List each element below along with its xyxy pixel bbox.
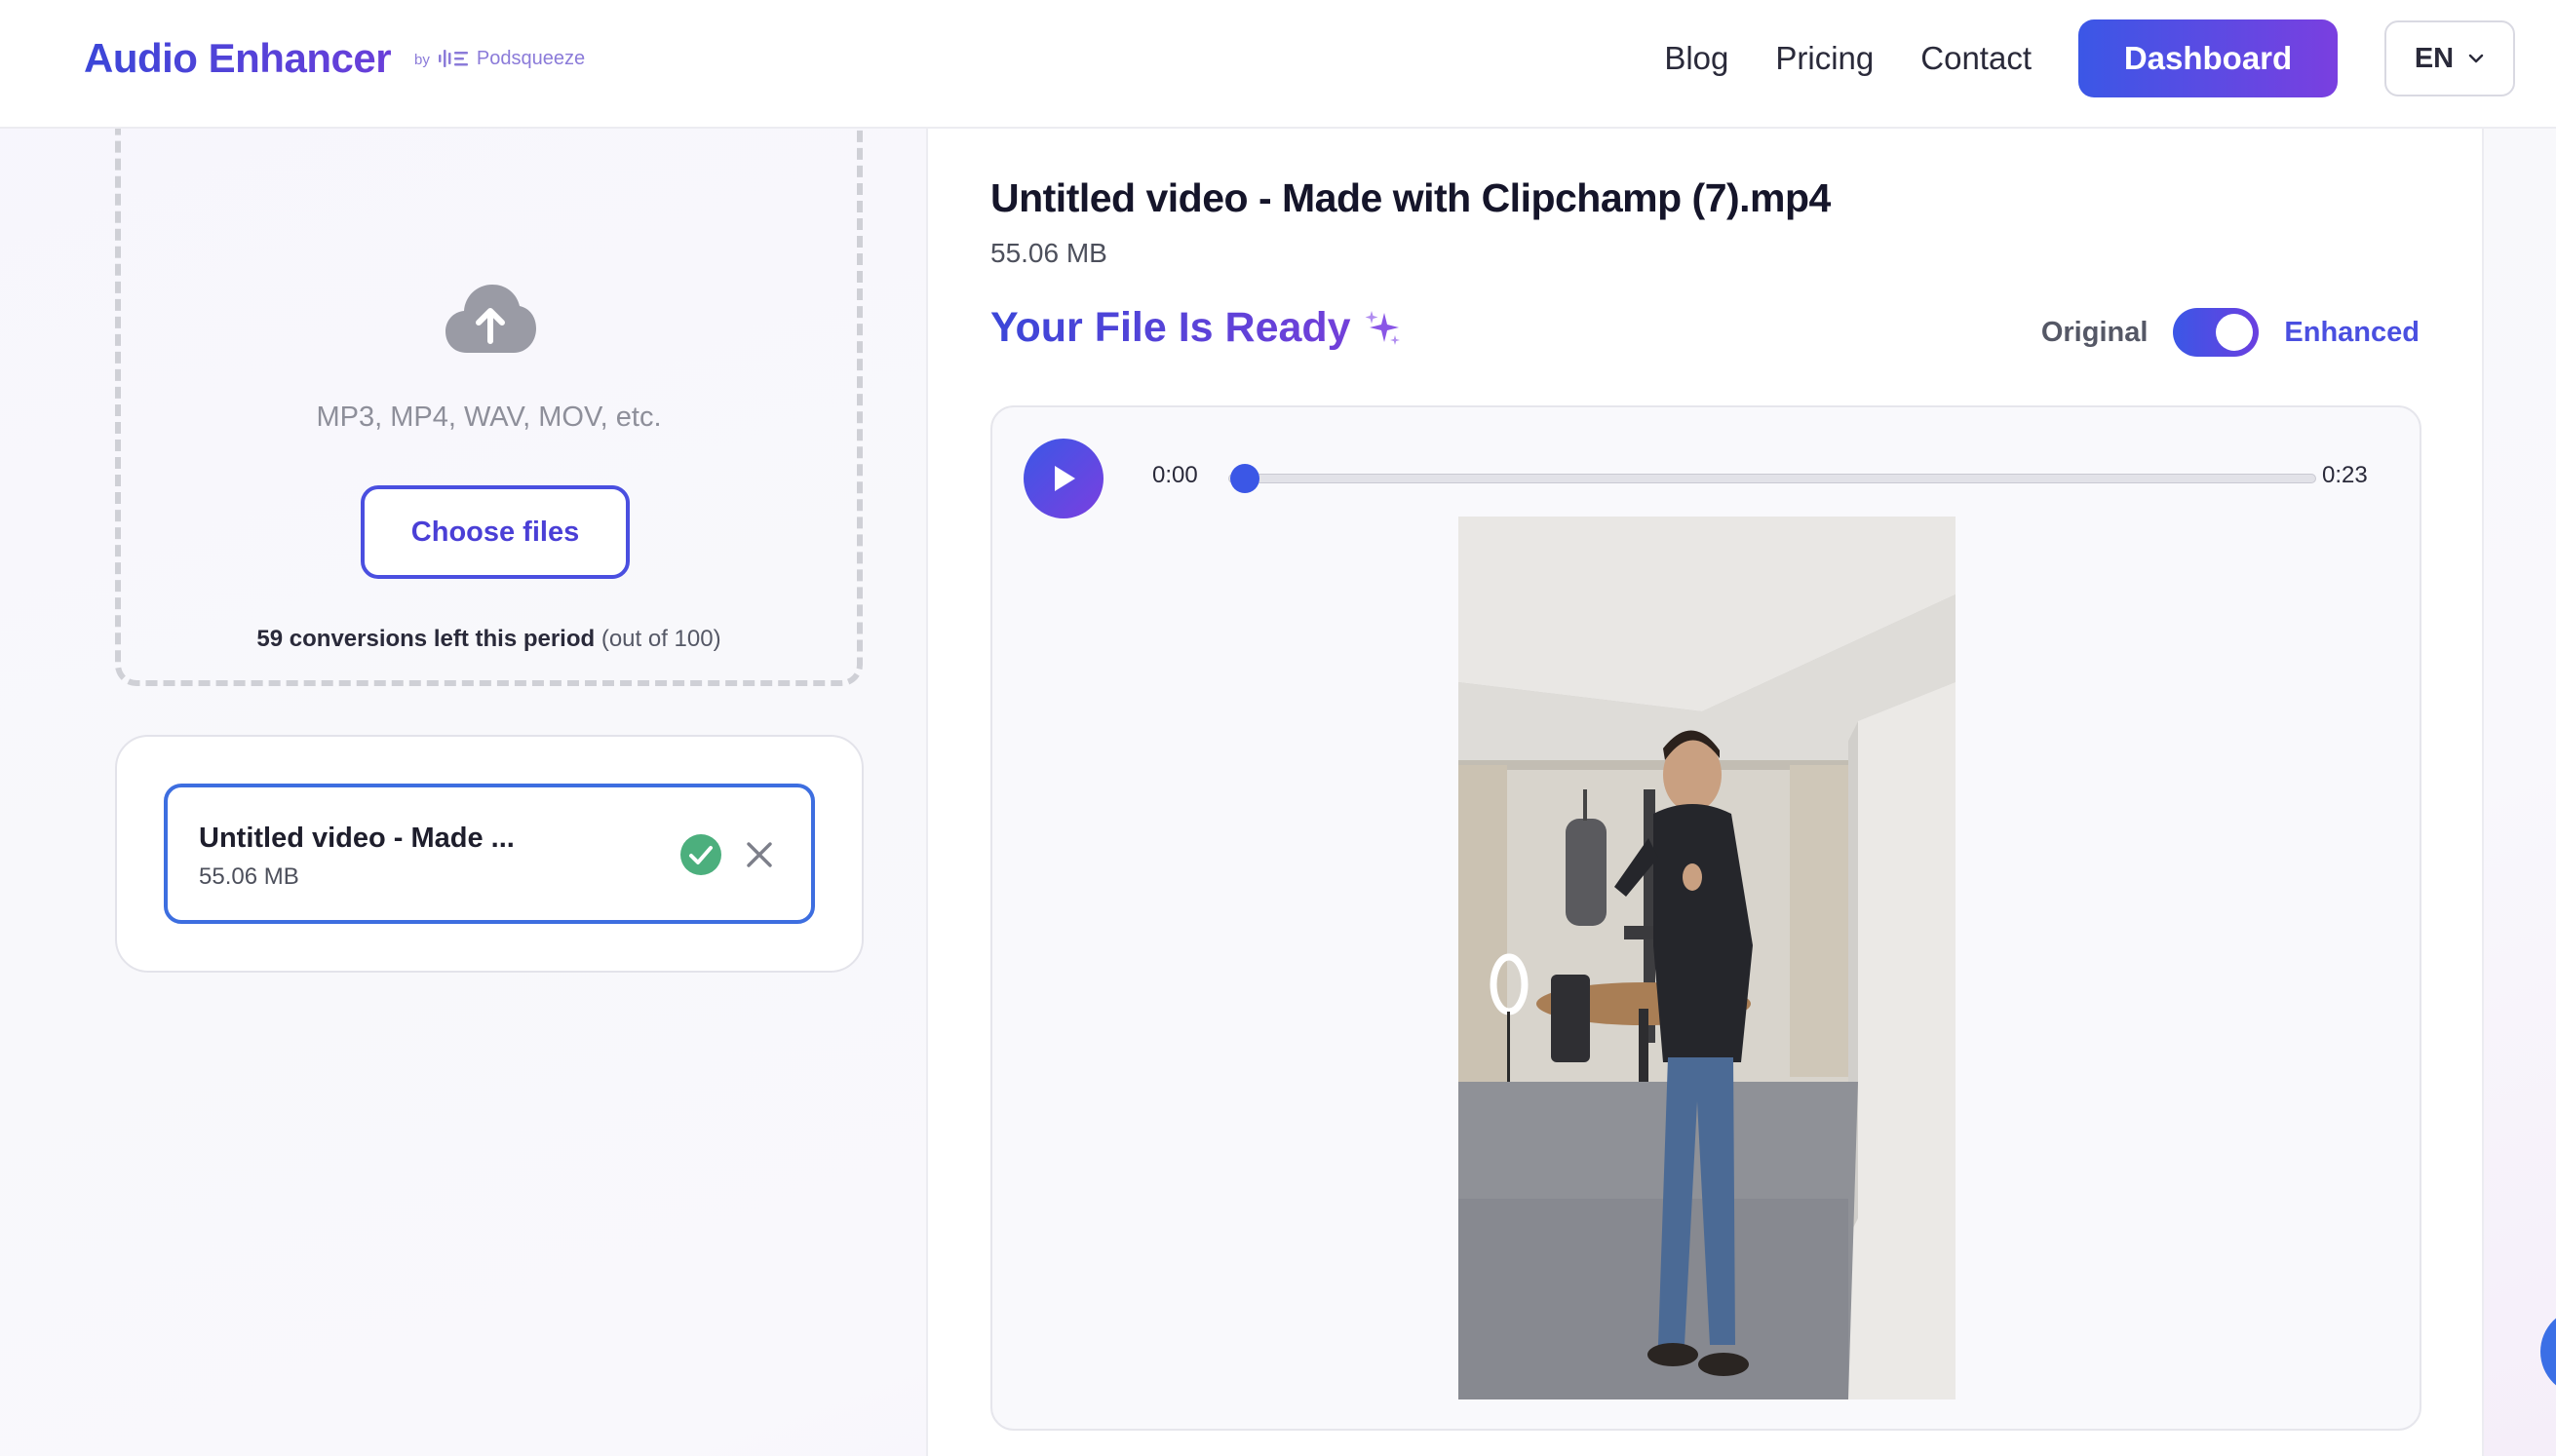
chat-widget-button[interactable] [2540, 1308, 2556, 1396]
ready-heading-text: Your File Is Ready [990, 304, 1351, 351]
file-item-size: 55.06 MB [199, 863, 299, 890]
seek-bar[interactable] [1228, 474, 2316, 483]
result-file-size: 55.06 MB [990, 238, 1107, 268]
enhanced-toggle-switch[interactable] [2173, 308, 2260, 357]
language-label: EN [2414, 42, 2455, 74]
supported-formats: MP3, MP4, WAV, MOV, etc. [316, 402, 662, 433]
toggle-knob [2216, 314, 2254, 351]
result-panel: Untitled video - Made with Clipchamp (7)… [928, 129, 2484, 1456]
audio-version-toggle: Original Enhanced [2041, 306, 2420, 359]
file-list-card: Untitled video - Made ... 55.06 MB [115, 735, 864, 973]
video-frame-image [1458, 517, 1956, 1399]
file-dropzone[interactable]: MP3, MP4, WAV, MOV, etc. Choose files 59… [115, 99, 863, 686]
sparkle-icon [1365, 310, 1400, 345]
choose-files-button[interactable]: Choose files [361, 485, 630, 579]
brand-title: Audio Enhancer [84, 35, 392, 81]
video-preview[interactable] [1458, 517, 1956, 1399]
brand-logo[interactable]: Audio Enhancer by Podsqueeze [84, 29, 585, 88]
duration: 0:23 [2322, 462, 2368, 488]
brand-partner-name: Podsqueeze [476, 47, 586, 69]
ready-heading: Your File Is Ready [990, 304, 1402, 352]
upload-panel: MP3, MP4, WAV, MOV, etc. Choose files 59… [0, 99, 926, 1456]
cloud-upload-icon [445, 285, 536, 353]
current-time: 0:00 [1152, 462, 1198, 488]
main-nav: Blog Pricing Contact Dashboard EN [1664, 19, 2515, 98]
nav-pricing[interactable]: Pricing [1775, 40, 1874, 77]
media-player: 0:00 0:23 [990, 405, 2421, 1431]
seek-handle[interactable] [1230, 464, 1259, 493]
toggle-enhanced-label[interactable]: Enhanced [2284, 317, 2420, 349]
chevron-down-icon [2468, 54, 2484, 63]
file-item-name: Untitled video - Made ... [199, 823, 515, 854]
waveform-icon [438, 50, 468, 67]
dashboard-button[interactable]: Dashboard [2078, 19, 2338, 97]
top-header: Audio Enhancer by Podsqueeze Blog Pricin… [0, 0, 2556, 129]
nav-contact[interactable]: Contact [1920, 40, 2032, 77]
list-item[interactable]: Untitled video - Made ... 55.06 MB [164, 784, 815, 924]
brand-by-label: by [414, 51, 430, 68]
play-icon [1055, 466, 1075, 491]
brand-partner: by Podsqueeze [414, 48, 585, 70]
close-icon[interactable] [745, 840, 774, 869]
toggle-original-label[interactable]: Original [2041, 317, 2149, 349]
conversions-remaining: 59 conversions left this period (out of … [121, 626, 857, 653]
play-button[interactable] [1024, 439, 1104, 518]
language-selector[interactable]: EN [2384, 20, 2515, 96]
nav-blog[interactable]: Blog [1664, 40, 1728, 77]
conversions-left: 59 conversions left this period [256, 626, 596, 652]
conversions-total: (out of 100) [600, 626, 721, 652]
result-file-title: Untitled video - Made with Clipchamp (7)… [990, 175, 1831, 220]
check-circle-icon [680, 834, 721, 875]
